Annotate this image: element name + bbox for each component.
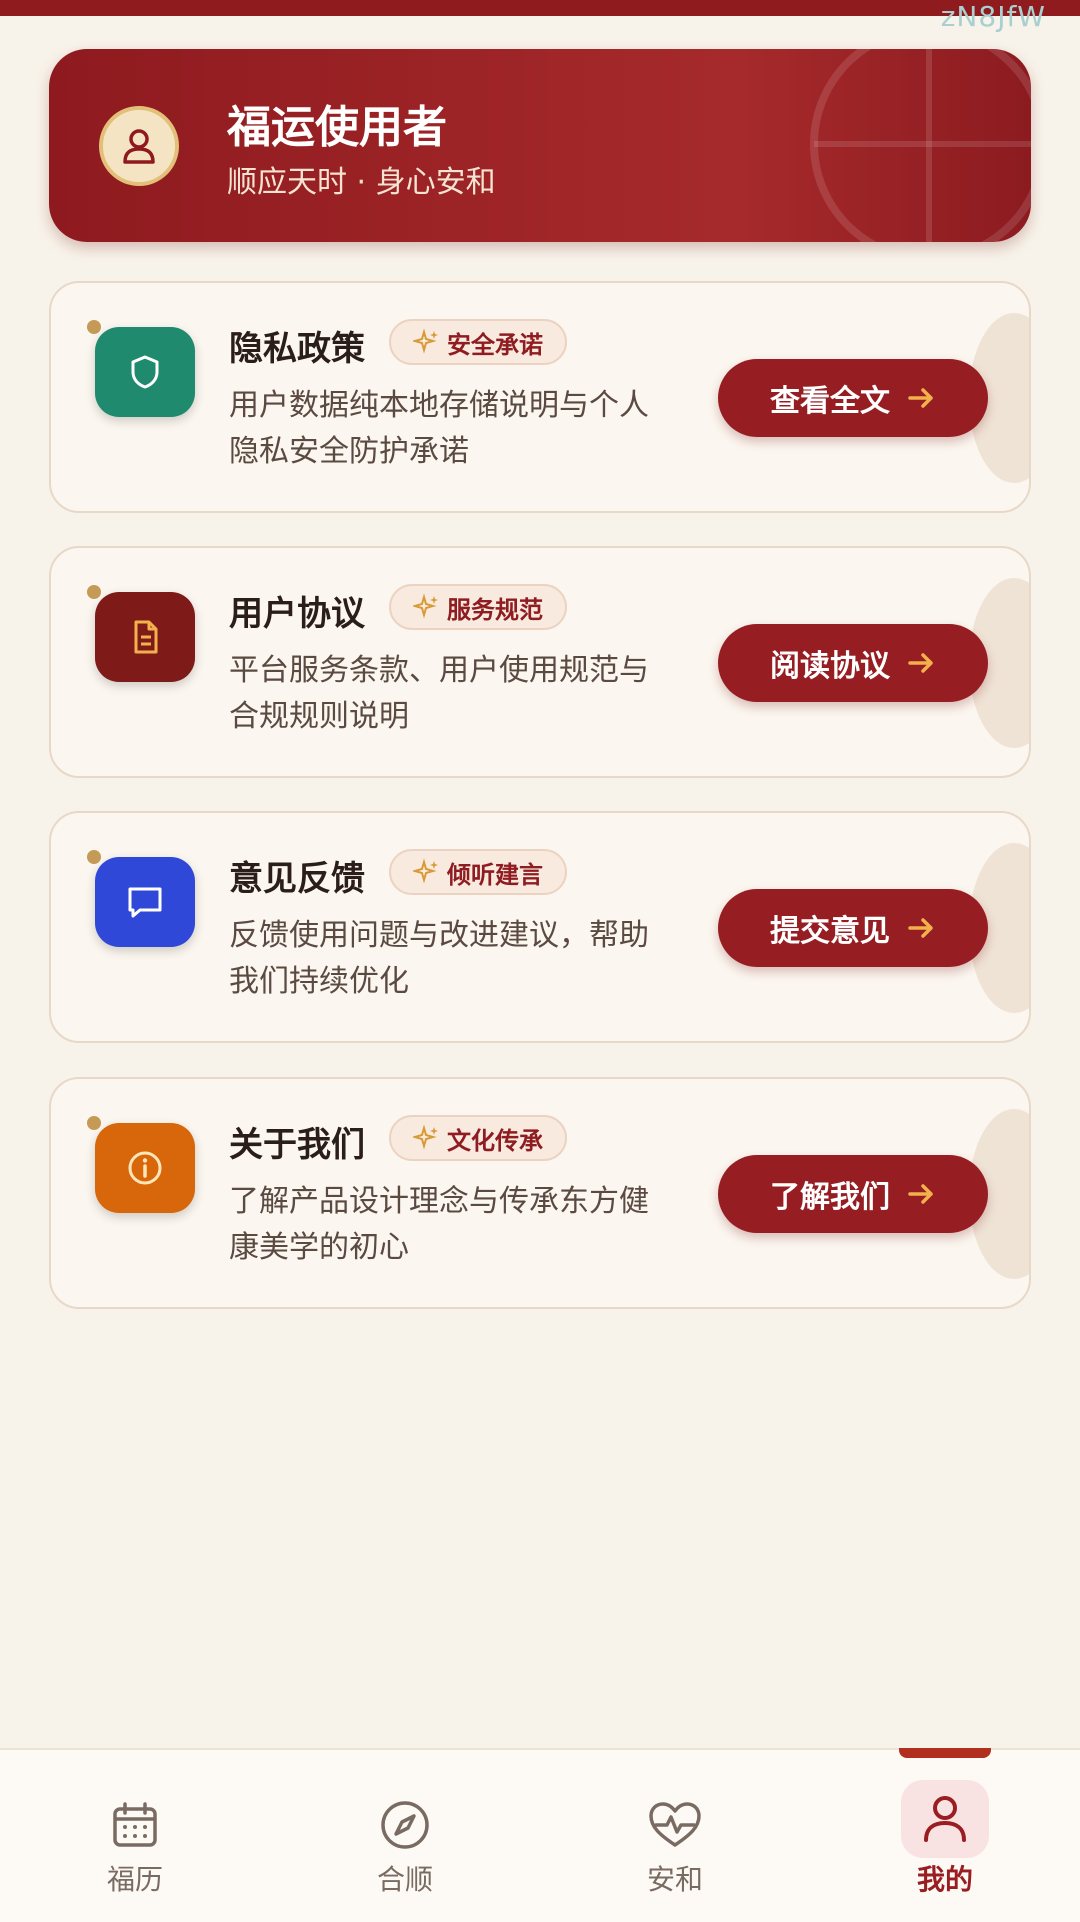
card-dot xyxy=(87,850,101,864)
tab-icon-wrap xyxy=(901,1780,989,1858)
info-icon xyxy=(128,1151,162,1185)
card-description: 反馈使用问题与改进建议，帮助我们持续优化 xyxy=(229,918,649,999)
document-icon xyxy=(134,620,158,654)
tab-label: 合顺 xyxy=(376,1863,433,1896)
user-icon xyxy=(924,1796,966,1842)
top-status-strip xyxy=(0,0,1080,16)
avatar[interactable] xyxy=(99,106,179,186)
about-us-card[interactable]: 关于我们 文化传承 了解产品设计理念与传承东方健康美学的初心 了解我们 xyxy=(49,1077,1031,1309)
card-dot xyxy=(87,1116,101,1130)
arrow-right-icon xyxy=(908,653,933,673)
card-description: 用户数据纯本地存储说明与个人隐私安全防护承诺 xyxy=(229,388,649,469)
card-tag-label: 安全承诺 xyxy=(447,330,543,359)
sparkle-icon xyxy=(413,593,438,619)
arrow-right-icon xyxy=(908,1184,933,1204)
card-description: 了解产品设计理念与传承东方健康美学的初心 xyxy=(229,1184,649,1265)
heart-pulse-icon xyxy=(649,1802,701,1847)
button-label: 查看全文 xyxy=(770,384,890,419)
chat-icon xyxy=(128,887,162,918)
card-tag-label: 文化传承 xyxy=(447,1126,543,1155)
calendar-icon xyxy=(113,1802,157,1847)
button-label: 阅读协议 xyxy=(770,649,890,684)
user-icon xyxy=(123,129,155,164)
button-label: 提交意见 xyxy=(770,914,890,949)
watermark: zN8JfW xyxy=(940,0,1046,33)
tab-me[interactable]: 我的 xyxy=(860,1748,1030,1922)
about-icon-box xyxy=(95,1123,195,1213)
compass-icon xyxy=(381,1801,429,1849)
card-title: 意见反馈 xyxy=(229,859,365,899)
learn-about-us-button[interactable]: 了解我们 xyxy=(718,1155,988,1233)
card-title: 隐私政策 xyxy=(229,329,365,369)
card-title: 用户协议 xyxy=(229,594,365,634)
feedback-icon-box xyxy=(95,857,195,947)
card-title: 关于我们 xyxy=(229,1125,365,1165)
arrow-right-icon xyxy=(908,918,933,938)
card-tag-label: 服务规范 xyxy=(447,595,543,624)
tab-calendar[interactable]: 福历 xyxy=(50,1750,220,1922)
tab-label: 安和 xyxy=(646,1863,703,1896)
privacy-policy-card[interactable]: 隐私政策 安全承诺 用户数据纯本地存储说明与个人隐私安全防护承诺 查看全文 xyxy=(49,281,1031,513)
feedback-card[interactable]: 意见反馈 倾听建言 反馈使用问题与改进建议，帮助我们持续优化 提交意见 xyxy=(49,811,1031,1043)
tab-label: 福历 xyxy=(106,1863,163,1896)
card-dot xyxy=(87,585,101,599)
tab-icon-wrap xyxy=(640,1790,710,1860)
privacy-icon-box xyxy=(95,327,195,417)
profile-name: 福运使用者 xyxy=(227,102,447,153)
profile-subtitle: 顺应天时 · 身心安和 xyxy=(227,165,496,200)
decorative-circle-icon xyxy=(810,49,1031,242)
tab-harmony[interactable]: 合顺 xyxy=(320,1750,490,1922)
view-full-text-button[interactable]: 查看全文 xyxy=(718,359,988,437)
arrow-right-icon xyxy=(908,388,933,408)
card-tag: 安全承诺 xyxy=(389,319,567,365)
agreement-icon-box xyxy=(95,592,195,682)
shield-icon xyxy=(131,355,159,389)
read-agreement-button[interactable]: 阅读协议 xyxy=(718,624,988,702)
button-label: 了解我们 xyxy=(770,1180,890,1215)
bottom-tab-bar: 福历 合顺 安和 我的 xyxy=(0,1748,1080,1922)
profile-header-card[interactable]: 福运使用者 顺应天时 · 身心安和 xyxy=(49,49,1031,242)
tab-wellbeing[interactable]: 安和 xyxy=(590,1750,760,1922)
active-tab-indicator xyxy=(899,1748,991,1758)
tab-label: 我的 xyxy=(916,1863,973,1896)
card-tag-label: 倾听建言 xyxy=(447,860,543,889)
user-agreement-card[interactable]: 用户协议 服务规范 平台服务条款、用户使用规范与合规规则说明 阅读协议 xyxy=(49,546,1031,778)
tab-icon-wrap xyxy=(370,1790,440,1860)
card-tag: 服务规范 xyxy=(389,584,567,630)
submit-feedback-button[interactable]: 提交意见 xyxy=(718,889,988,967)
sparkle-icon xyxy=(413,328,438,354)
card-description: 平台服务条款、用户使用规范与合规规则说明 xyxy=(229,653,649,734)
sparkle-icon xyxy=(413,858,438,884)
card-tag: 倾听建言 xyxy=(389,849,567,895)
card-tag: 文化传承 xyxy=(389,1115,567,1161)
sparkle-icon xyxy=(413,1124,438,1150)
tab-icon-wrap xyxy=(100,1790,170,1860)
card-dot xyxy=(87,320,101,334)
